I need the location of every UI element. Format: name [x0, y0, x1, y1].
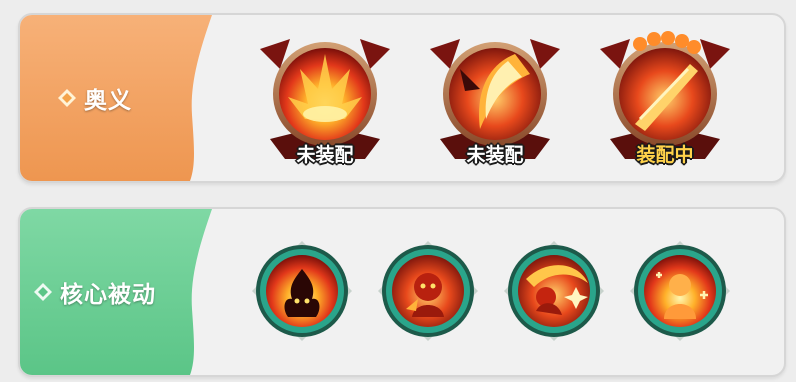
passive-skill-1[interactable]: [250, 239, 354, 343]
ultimate-skill-3[interactable]: 装配中: [590, 19, 740, 169]
fire-fist-icon: [378, 241, 478, 341]
passive-skill-2[interactable]: [376, 239, 480, 343]
passive-skill-4[interactable]: [628, 239, 732, 343]
ultimate-skill-2[interactable]: 未装配: [420, 19, 570, 169]
fire-dash-icon: [504, 241, 604, 341]
ultimate-panel: 奥义 未装配 未装配 装配中: [18, 13, 786, 183]
fire-power-up-icon: [630, 241, 730, 341]
skill-status-label: 装配中: [636, 144, 694, 166]
skill-status-label: 未装配: [296, 144, 354, 166]
fire-spirit-icon: [252, 241, 352, 341]
ultimate-skill-1[interactable]: 未装配: [250, 19, 400, 169]
skill-status-label: 未装配: [466, 144, 524, 166]
passive-panel: 核心被动: [18, 207, 786, 377]
passive-skill-3[interactable]: [502, 239, 606, 343]
